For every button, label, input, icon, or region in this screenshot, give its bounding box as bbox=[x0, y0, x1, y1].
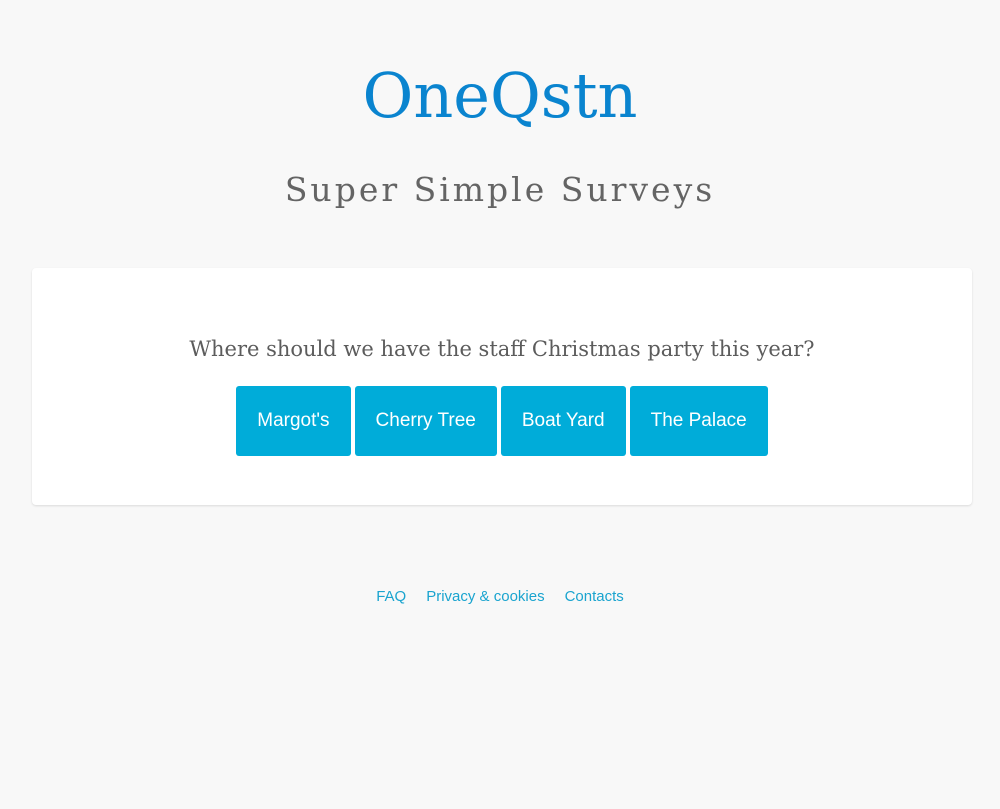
answer-button-the-palace[interactable]: The Palace bbox=[629, 386, 768, 456]
footer-link-contacts[interactable]: Contacts bbox=[565, 585, 624, 609]
answer-button-cherry-tree[interactable]: Cherry Tree bbox=[354, 386, 497, 456]
footer-link-privacy[interactable]: Privacy & cookies bbox=[426, 585, 544, 609]
answer-options: Margot's Cherry Tree Boat Yard The Palac… bbox=[32, 386, 972, 456]
answer-button-boat-yard[interactable]: Boat Yard bbox=[500, 386, 626, 456]
site-tagline: Super Simple Surveys bbox=[284, 170, 716, 209]
site-logo[interactable]: OneQstn bbox=[0, 56, 1000, 136]
survey-question: Where should we have the staff Christmas… bbox=[189, 337, 815, 361]
footer-link-faq[interactable]: FAQ bbox=[376, 585, 406, 609]
answer-button-margots[interactable]: Margot's bbox=[236, 386, 351, 456]
survey-card: Where should we have the staff Christmas… bbox=[32, 268, 972, 505]
footer-nav: FAQ Privacy & cookies Contacts bbox=[0, 585, 1000, 609]
